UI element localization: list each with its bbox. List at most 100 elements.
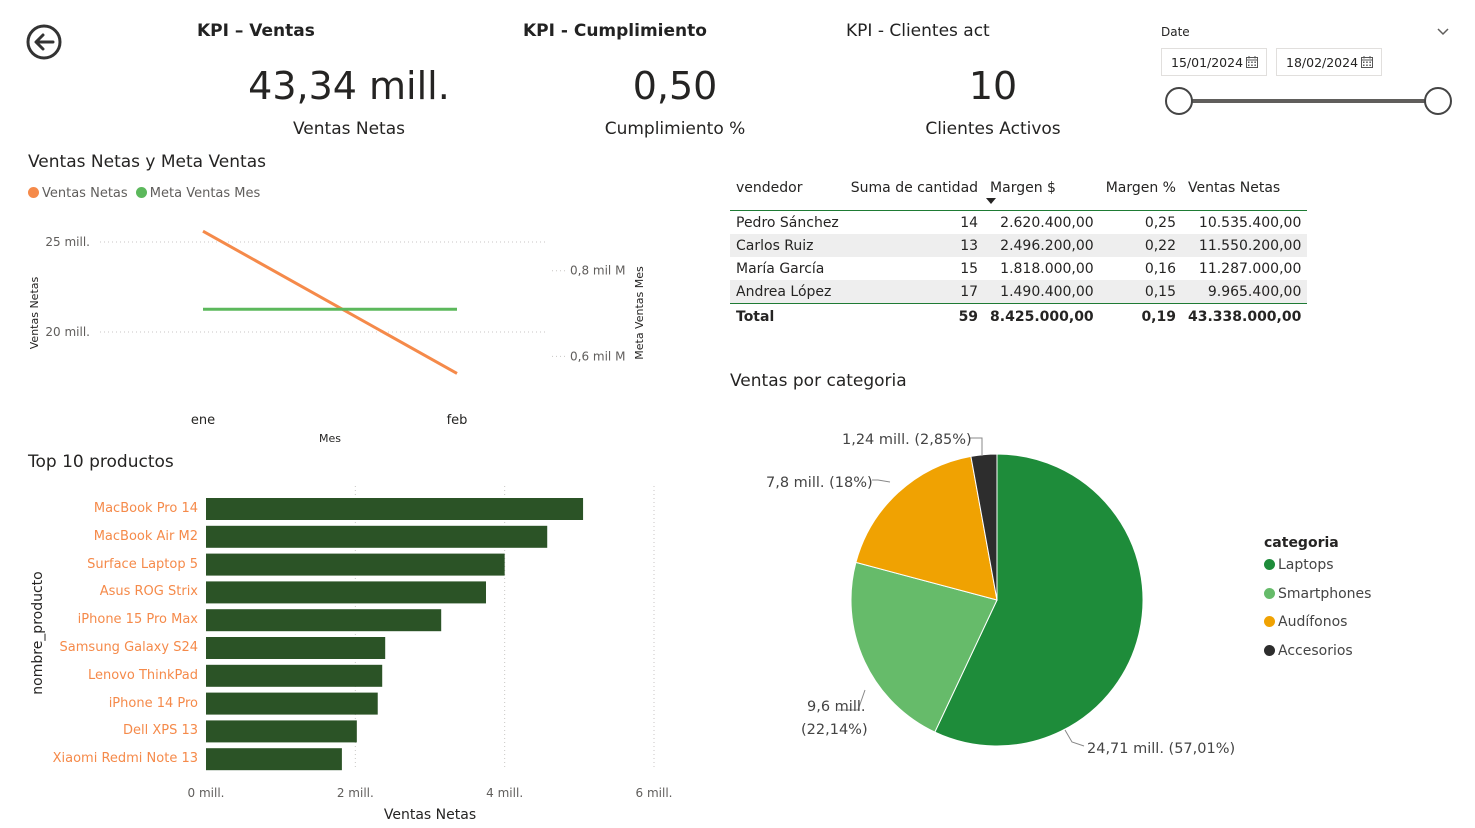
start-date-value: 15/01/2024 [1171, 55, 1244, 70]
y2-axis-title: Meta Ventas Mes [633, 266, 646, 360]
cell-margen-pct: 0,22 [1099, 234, 1182, 257]
legend-label: Audífonos [1278, 614, 1348, 630]
header-suma-cantidad[interactable]: Suma de cantidad [845, 166, 984, 211]
legend-swatch [1264, 616, 1275, 627]
bar[interactable] [206, 581, 486, 604]
cell-ventas: 11.550.200,00 [1181, 234, 1308, 257]
cell-margen: 1.490.400,00 [984, 280, 1100, 304]
header-margen-porcentaje[interactable]: Margen % [1100, 166, 1182, 211]
cell-ventas: 10.535.400,00 [1198, 214, 1302, 231]
x-axis-title: Ventas Netas [384, 807, 476, 823]
cell-margen-pct: 0,15 [1099, 280, 1182, 304]
cell-margen-pct: 0,25 [1144, 214, 1176, 231]
date-range-slider[interactable] [1160, 84, 1455, 118]
end-date-value: 18/02/2024 [1286, 55, 1359, 70]
table-row[interactable]: María García 15 1.818.000,00 0,16 11.287… [730, 257, 1307, 280]
x-tick-label: feb [447, 413, 468, 428]
pie-label-smartphones-pct: (22,14%) [801, 722, 868, 738]
x-axis-title: Mes [319, 432, 341, 445]
total-ventas: 43.338.000,00 [1187, 309, 1302, 325]
cell-margen: 1.818.000,00 [1000, 260, 1094, 277]
total-label: Total [736, 309, 775, 325]
x-tick-label: 4 mill. [486, 786, 523, 800]
slider-start-handle[interactable] [1165, 87, 1193, 115]
cell-cantidad: 14 [960, 214, 979, 231]
legend-swatch [1264, 587, 1275, 599]
series-line-ventas-netas [202, 229, 458, 375]
kpi-ventas-label: Ventas Netas [292, 119, 405, 139]
kpi-ventas-value: 43,34 mill. [248, 64, 450, 108]
cell-margen: 2.620.400,00 [1000, 214, 1094, 231]
bar[interactable] [206, 498, 584, 520]
bar[interactable] [206, 553, 505, 576]
y-axis-title: nombre_producto [30, 571, 46, 694]
kpi-cumplimiento-title: KPI - Cumplimiento [523, 21, 707, 41]
header-ventas-netas[interactable]: Ventas Netas [1182, 166, 1307, 211]
cell-vendedor: Andrea López [730, 280, 845, 304]
sales-matrix: vendedor Suma de cantidad Margen $ Marge… [730, 166, 1308, 330]
legend-item[interactable]: Accesorios [1264, 643, 1371, 672]
bar[interactable] [206, 664, 383, 687]
slicer-dropdown-button[interactable] [1436, 24, 1450, 38]
table-total-row: Total 59 8.425.000,00 0,19 43.338.000,00 [730, 304, 1307, 331]
calendar-icon[interactable] [1245, 55, 1259, 69]
kpi-clientes-value: 10 [968, 64, 1018, 108]
pie-label-smartphones-value: 9,6 mill. [807, 699, 866, 715]
legend-swatch [1264, 644, 1275, 656]
pie-legend-title: categoria [1264, 535, 1339, 551]
header-vendedor[interactable]: vendedor [730, 166, 845, 211]
bar-chart: 0 mill. 2 mill. 4 mill. 6 mill. Ventas Netas… [30, 486, 673, 823]
bar[interactable] [206, 525, 548, 548]
cell-vendedor: Pedro Sánchez [736, 214, 839, 231]
pie-chart: 24,71 mill. (57,01%) 9,6 mill. (22,14%) … [766, 432, 1235, 757]
cell-cantidad: 13 [844, 234, 985, 257]
matrix-header-row: vendedor Suma de cantidad Margen $ Marge… [730, 166, 1308, 211]
total-margen-pct: 0,19 [1141, 309, 1176, 325]
legend-item[interactable]: Laptops [1264, 557, 1371, 586]
legend-item[interactable]: Audífonos [1264, 614, 1371, 643]
bar[interactable] [206, 720, 357, 743]
start-date-input[interactable]: 15/01/2024 [1161, 48, 1267, 76]
slider-end-handle[interactable] [1424, 87, 1452, 115]
sort-descending-icon [986, 198, 997, 204]
total-cantidad: 59 [958, 309, 979, 325]
kpi-clientes-label: Clientes Activos [925, 119, 1061, 139]
table-row[interactable]: Andrea López 17 1.490.400,00 0,15 9.965.… [730, 280, 1308, 304]
cell-vendedor: María García [736, 260, 825, 277]
table-row[interactable]: Carlos Ruiz 13 2.496.200,00 0,22 11.550.… [730, 234, 1308, 257]
pie-chart-title: Ventas por categoria [730, 371, 907, 391]
table-row[interactable]: Pedro Sánchez 14 2.620.400,00 0,25 10.53… [730, 211, 1307, 235]
cell-vendedor: Carlos Ruiz [730, 234, 845, 257]
cell-ventas: 9.965.400,00 [1181, 280, 1308, 304]
header-margen-dolares[interactable]: Margen $ [984, 166, 1100, 211]
x-tick-label: 0 mill. [188, 786, 225, 800]
legend-label: Smartphones [1278, 585, 1372, 602]
kpi-clientes-title: KPI - Clientes act [846, 21, 990, 41]
cell-cantidad: 17 [844, 280, 985, 304]
bar[interactable] [206, 692, 378, 715]
kpi-cumplimiento-label: Cumplimiento % [604, 119, 746, 139]
chevron-down-icon [1437, 28, 1449, 36]
calendar-icon[interactable] [1360, 55, 1374, 69]
end-date-input[interactable]: 18/02/2024 [1276, 48, 1382, 76]
cell-margen: 2.496.200,00 [984, 234, 1100, 257]
pie-label-audifonos: 7,8 mill. (18%) [766, 475, 873, 491]
cell-cantidad: 15 [960, 260, 979, 277]
total-margen: 8.425.000,00 [990, 309, 1094, 325]
cell-ventas: 11.287.000,00 [1198, 260, 1302, 277]
legend-item[interactable]: Smartphones [1264, 586, 1371, 615]
date-slicer-label: Date [1161, 25, 1190, 39]
x-tick-label: 2 mill. [337, 786, 374, 800]
x-tick-label: 6 mill. [636, 786, 673, 800]
legend-swatch [1264, 559, 1275, 570]
pie-label-laptops: 24,71 mill. (57,01%) [1087, 741, 1235, 757]
kpi-cumplimiento-value: 0,50 [632, 64, 718, 108]
date-slicer: Date 15/01/2024 18/02/2024 [1160, 22, 1455, 122]
legend-label: Laptops [1278, 557, 1334, 573]
y2-tick-label: 0,8 mil M [570, 264, 625, 278]
bar[interactable] [206, 637, 386, 659]
bar[interactable] [206, 609, 442, 632]
cell-margen-pct: 0,16 [1144, 260, 1176, 277]
bar[interactable] [206, 748, 342, 771]
y2-tick-label: 0,6 mil M [570, 349, 625, 363]
